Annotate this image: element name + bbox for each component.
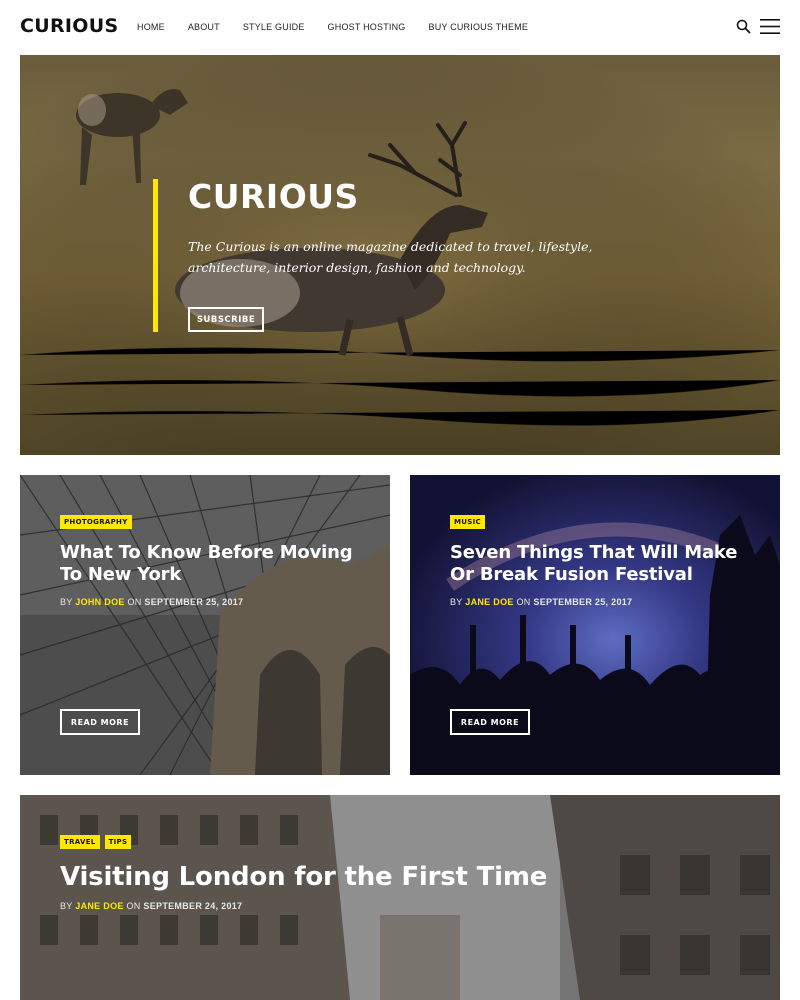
hero-description: The Curious is an online magazine dedica… — [188, 239, 593, 275]
tag-list: MUSIC — [450, 515, 750, 529]
tag-list: TRAVEL TIPS — [60, 835, 750, 849]
tag-photography[interactable]: PHOTOGRAPHY — [60, 515, 132, 529]
meta-by: BY — [60, 901, 73, 911]
post-author[interactable]: JOHN DOE — [75, 597, 124, 607]
site-logo[interactable]: CURIOUS — [20, 15, 118, 37]
post-title[interactable]: Seven Things That Will Make Or Break Fus… — [450, 542, 750, 586]
nav-buy-theme[interactable]: BUY CURIOUS THEME — [429, 22, 529, 32]
tag-music[interactable]: MUSIC — [450, 515, 485, 529]
hero-banner: CURIOUS The Curious is an online magazin… — [20, 55, 780, 455]
post-meta: BY JANE DOE ON SEPTEMBER 24, 2017 — [60, 901, 750, 911]
post-card-content: TRAVEL TIPS Visiting London for the Firs… — [60, 835, 750, 911]
hero-accent-bar — [153, 179, 158, 332]
post-title[interactable]: What To Know Before Moving To New York — [60, 542, 360, 586]
meta-on: ON — [516, 597, 531, 607]
meta-by: BY — [450, 597, 463, 607]
post-date: SEPTEMBER 25, 2017 — [533, 597, 633, 607]
post-author[interactable]: JANE DOE — [75, 901, 123, 911]
main-nav: HOME ABOUT STYLE GUIDE GHOST HOSTING BUY… — [137, 22, 551, 32]
post-meta: BY JOHN DOE ON SEPTEMBER 25, 2017 — [60, 597, 360, 607]
nav-home[interactable]: HOME — [137, 22, 165, 32]
tag-list: PHOTOGRAPHY — [60, 515, 360, 529]
meta-by: BY — [60, 597, 73, 607]
hamburger-menu-icon[interactable] — [760, 18, 780, 35]
post-date: SEPTEMBER 25, 2017 — [144, 597, 244, 607]
post-card-fusion-festival[interactable]: MUSIC Seven Things That Will Make Or Bre… — [410, 475, 780, 775]
meta-on: ON — [126, 901, 141, 911]
post-card-london[interactable]: TRAVEL TIPS Visiting London for the Firs… — [20, 795, 780, 1000]
nav-style-guide[interactable]: STYLE GUIDE — [243, 22, 305, 32]
nav-about[interactable]: ABOUT — [188, 22, 220, 32]
post-date: SEPTEMBER 24, 2017 — [143, 901, 243, 911]
post-card-content: PHOTOGRAPHY What To Know Before Moving T… — [60, 515, 360, 607]
post-card-new-york[interactable]: PHOTOGRAPHY What To Know Before Moving T… — [20, 475, 390, 775]
subscribe-button[interactable]: SUBSCRIBE — [188, 307, 264, 332]
post-meta: BY JANE DOE ON SEPTEMBER 25, 2017 — [450, 597, 750, 607]
nav-ghost-hosting[interactable]: GHOST HOSTING — [328, 22, 406, 32]
tag-travel[interactable]: TRAVEL — [60, 835, 100, 849]
post-title[interactable]: Visiting London for the First Time — [60, 861, 750, 893]
post-card-content: MUSIC Seven Things That Will Make Or Bre… — [450, 515, 750, 607]
search-icon[interactable] — [736, 19, 751, 34]
post-author[interactable]: JANE DOE — [465, 597, 513, 607]
read-more-button[interactable]: READ MORE — [450, 709, 530, 735]
read-more-button[interactable]: READ MORE — [60, 709, 140, 735]
hero-title: CURIOUS — [188, 177, 359, 216]
tag-tips[interactable]: TIPS — [104, 835, 132, 849]
meta-on: ON — [127, 597, 142, 607]
site-header: CURIOUS HOME ABOUT STYLE GUIDE GHOST HOS… — [0, 0, 800, 55]
